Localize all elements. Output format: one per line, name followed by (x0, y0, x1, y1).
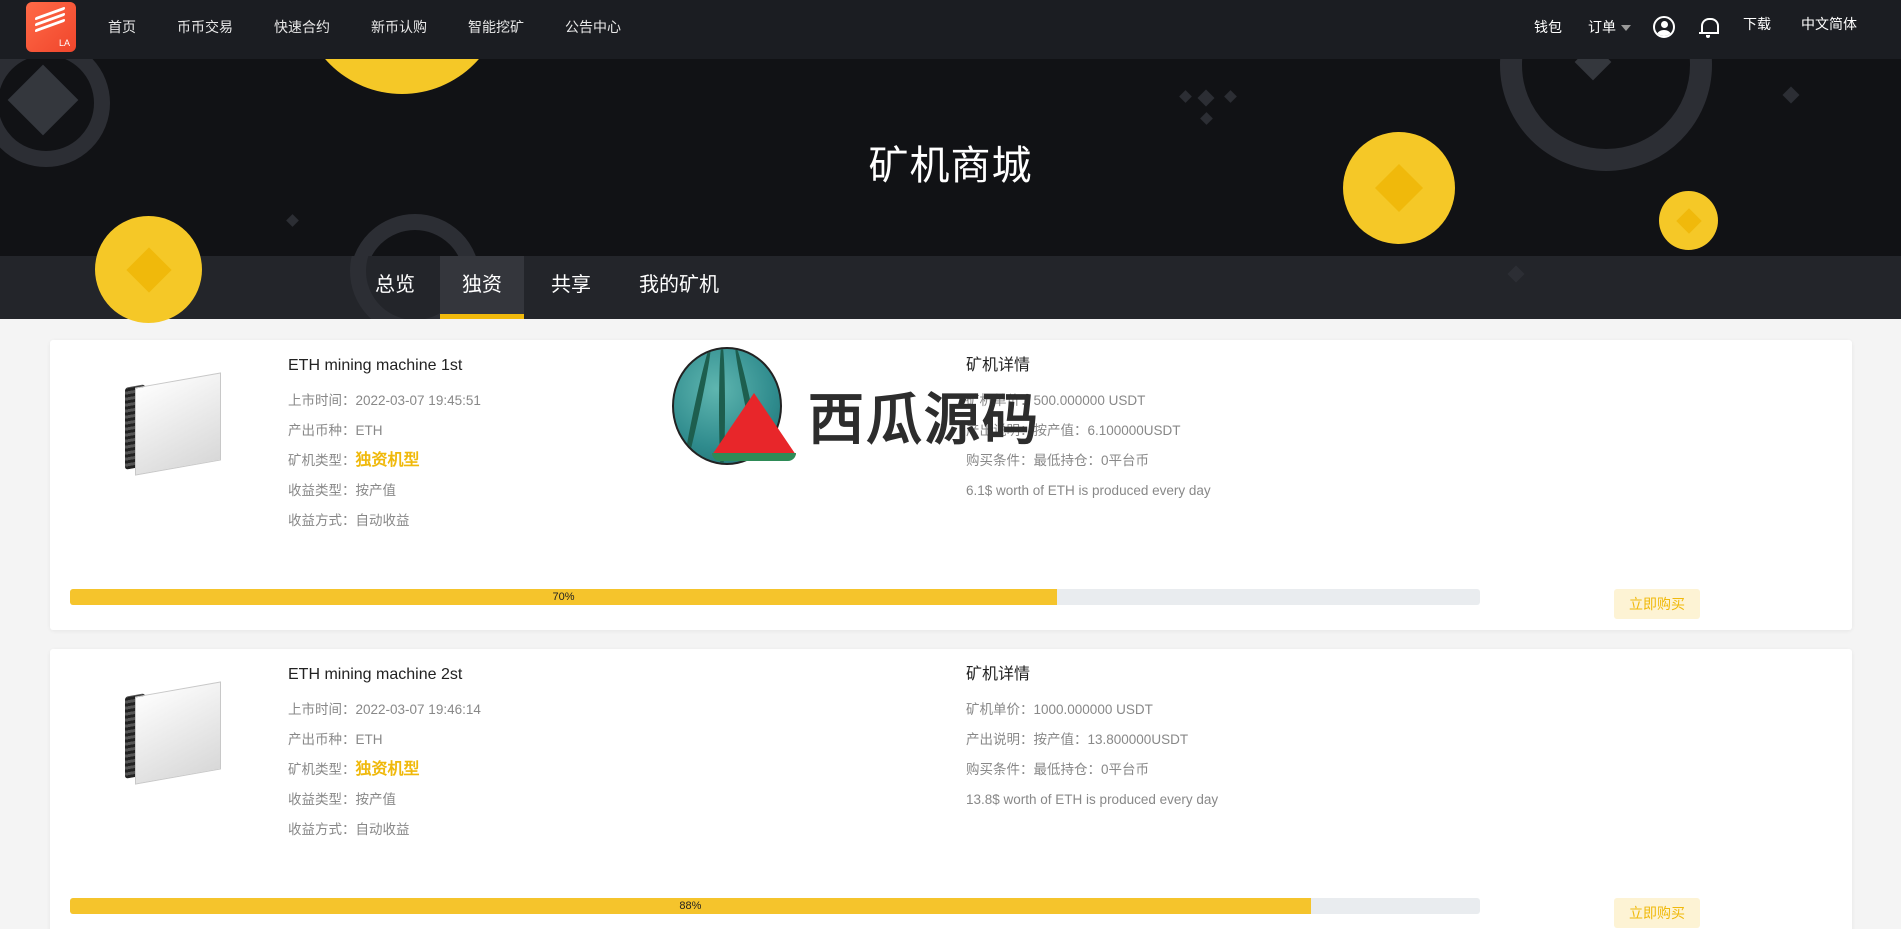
decor-diamond (1224, 90, 1237, 103)
miner-image (125, 368, 225, 476)
income-method-label: 收益方式： (288, 822, 356, 837)
price-value: 1000.000000 USDT (1033, 702, 1153, 717)
coin-label: 产出币种： (288, 732, 356, 747)
income-type-label: 收益类型： (288, 483, 356, 498)
logo-icon (35, 6, 65, 36)
miner-detail: 矿机详情 矿机单价：1000.000000 USDT 产出说明：按产值：13.8… (966, 665, 1218, 815)
decor-diamond (1197, 89, 1215, 107)
top-nav: LA 首页 币币交易 快速合约 新币认购 智能挖矿 公告中心 钱包 订单 下载 … (0, 0, 1901, 59)
logo-text: LA (58, 38, 70, 48)
income-type-label: 收益类型： (288, 792, 356, 807)
tab-my-miners[interactable]: 我的矿机 (617, 256, 741, 319)
bell-icon[interactable] (1699, 16, 1719, 38)
progress-fill: 88% (70, 898, 1311, 914)
type-label: 矿机类型： (288, 453, 356, 468)
nav-home[interactable]: 首页 (108, 17, 136, 37)
miner-name: ETH mining machine 2st (288, 666, 463, 683)
miner-name: ETH mining machine 1st (288, 357, 463, 374)
listed-value: 2022-03-07 19:45:51 (355, 393, 481, 408)
detail-title: 矿机详情 (966, 666, 1031, 683)
decor-coin (95, 216, 202, 323)
type-label: 矿机类型： (288, 762, 356, 777)
nav-smart-mining[interactable]: 智能挖矿 (468, 17, 524, 37)
miner-image (125, 677, 225, 785)
nav-announcements[interactable]: 公告中心 (565, 17, 621, 37)
type-value: 独资机型 (355, 452, 420, 469)
wallet-link[interactable]: 钱包 (1534, 17, 1562, 37)
income-method-value: 自动收益 (355, 513, 410, 528)
decor-coin (300, 59, 504, 94)
decor-diamond (286, 214, 299, 227)
tab-overview[interactable]: 总览 (353, 256, 437, 319)
coin-label: 产出币种： (288, 423, 356, 438)
download-link[interactable]: 下载 (1743, 14, 1771, 34)
nav-right: 钱包 订单 下载 中文简体 (1534, 0, 1901, 54)
miner-info: ETH mining machine 1st 上市时间：2022-03-07 1… (288, 356, 481, 536)
language-selector[interactable]: 中文简体 (1801, 14, 1857, 34)
income-method-value: 自动收益 (355, 822, 410, 837)
tab-exclusive[interactable]: 独资 (440, 256, 524, 319)
coin-value: ETH (355, 423, 383, 438)
decor-ring (350, 214, 480, 256)
tab-shared[interactable]: 共享 (529, 256, 613, 319)
buy-now-button[interactable]: 立即购买 (1614, 589, 1700, 619)
caret-down-icon (1621, 25, 1631, 32)
listed-value: 2022-03-07 19:46:14 (355, 702, 481, 717)
miner-info: ETH mining machine 2st 上市时间：2022-03-07 1… (288, 665, 481, 845)
page-title: 矿机商城 (868, 144, 1033, 188)
output-note: 6.1$ worth of ETH is produced every day (966, 483, 1211, 498)
nav-quick-contract[interactable]: 快速合约 (274, 17, 330, 37)
decor-diamond (1200, 112, 1213, 125)
orders-dropdown[interactable]: 订单 (1588, 17, 1631, 37)
user-icon[interactable] (1653, 16, 1675, 38)
output-label: 产出说明： (966, 732, 1034, 747)
nav-spot-trading[interactable]: 币币交易 (177, 17, 233, 37)
listed-label: 上市时间： (288, 393, 356, 408)
decor-diamond (1507, 265, 1525, 283)
brand-logo[interactable]: LA (26, 2, 76, 52)
sales-progress-bar: 70% (70, 589, 1480, 605)
output-value: 按产值：13.800000USDT (1033, 732, 1189, 747)
hero-banner: 矿机商城 (0, 59, 1901, 256)
orders-label: 订单 (1588, 19, 1616, 35)
decor-diamond (1782, 86, 1800, 104)
decor-coin (1659, 191, 1718, 250)
income-type-value: 按产值 (355, 483, 397, 498)
buy-now-button[interactable]: 立即购买 (1614, 898, 1700, 928)
main-nav: 首页 币币交易 快速合约 新币认购 智能挖矿 公告中心 (108, 0, 662, 54)
nav-new-coin-subscription[interactable]: 新币认购 (371, 17, 427, 37)
output-note: 13.8$ worth of ETH is produced every day (966, 792, 1219, 807)
price-label: 矿机单价： (966, 702, 1034, 717)
watermelon-slice-icon (712, 393, 796, 455)
miner-card: ETH mining machine 2st 上市时间：2022-03-07 1… (50, 649, 1852, 929)
coin-value: ETH (355, 732, 383, 747)
condition-label: 购买条件： (966, 762, 1034, 777)
watermark: 西瓜源码 (658, 345, 1118, 470)
sales-progress-bar: 88% (70, 898, 1480, 914)
progress-fill: 70% (70, 589, 1057, 605)
income-type-value: 按产值 (355, 792, 397, 807)
listed-label: 上市时间： (288, 702, 356, 717)
tab-bar: 总览 独资 共享 我的矿机 (0, 256, 1901, 319)
condition-value: 最低持仓：0平台币 (1033, 762, 1150, 777)
watermark-text: 西瓜源码 (808, 388, 1040, 451)
income-method-label: 收益方式： (288, 513, 356, 528)
decor-diamond (1179, 90, 1192, 103)
type-value: 独资机型 (355, 761, 420, 778)
